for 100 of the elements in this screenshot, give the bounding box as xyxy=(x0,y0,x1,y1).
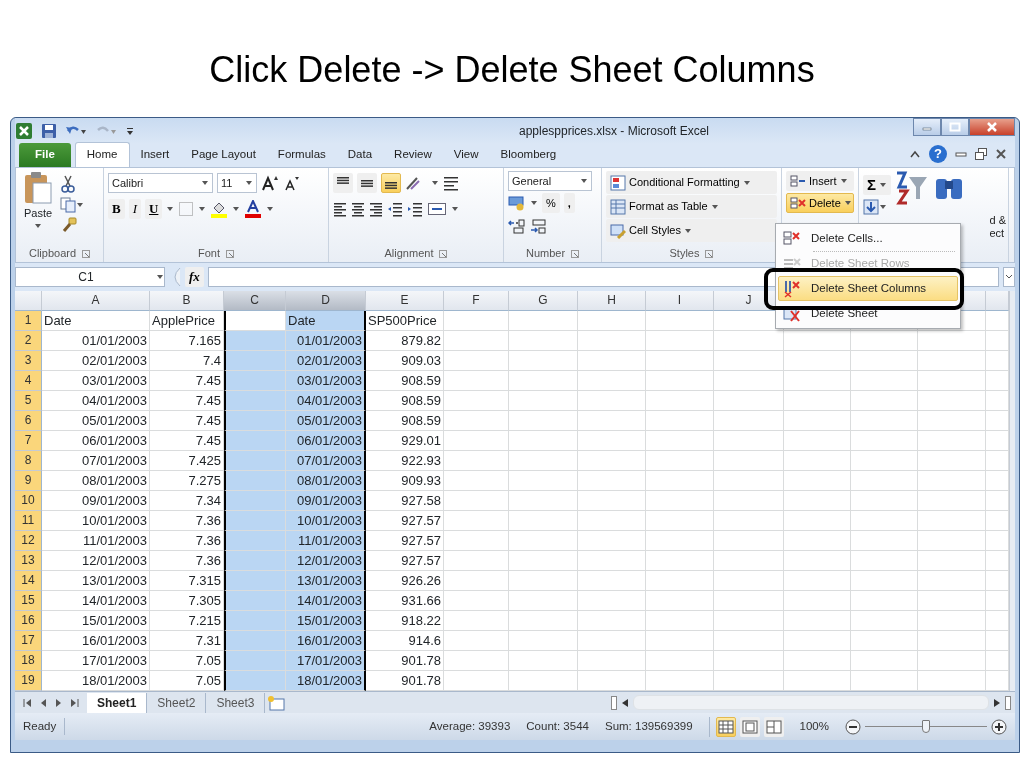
row-header[interactable]: 10 xyxy=(15,491,42,511)
currency-icon[interactable] xyxy=(508,195,526,211)
close-icon[interactable] xyxy=(995,148,1007,160)
row-header[interactable]: 5 xyxy=(15,391,42,411)
expand-formula-bar-icon[interactable] xyxy=(1003,267,1015,287)
align-center-icon[interactable] xyxy=(351,201,365,217)
sheet-tab[interactable]: Sheet1 xyxy=(87,692,148,713)
ribbon-tab[interactable]: View xyxy=(442,142,490,167)
row-header[interactable]: 12 xyxy=(15,531,42,551)
align-left-icon[interactable] xyxy=(333,201,347,217)
insert-function-button[interactable]: fx xyxy=(185,267,204,287)
number-format-field[interactable]: General xyxy=(508,171,592,191)
collapse-ribbon-icon[interactable] xyxy=(909,149,921,159)
font-size-field[interactable]: 11 xyxy=(217,173,257,193)
insert-button[interactable]: Insert xyxy=(786,171,854,191)
row-header[interactable]: 4 xyxy=(15,371,42,391)
caret-icon[interactable] xyxy=(266,205,275,213)
align-right-icon[interactable] xyxy=(369,201,383,217)
column-header[interactable]: E xyxy=(366,291,444,311)
file-tab[interactable]: File xyxy=(19,142,71,167)
format-painter-icon[interactable] xyxy=(60,217,78,233)
scroll-left-icon[interactable] xyxy=(621,697,629,708)
row-header[interactable]: 17 xyxy=(15,631,42,651)
zoom-out-icon[interactable] xyxy=(845,718,861,735)
name-box[interactable]: C1 xyxy=(15,267,165,287)
column-header[interactable]: C xyxy=(224,291,286,311)
paste-button[interactable]: Paste xyxy=(20,171,56,245)
row-header[interactable]: 14 xyxy=(15,571,42,591)
caret-icon[interactable] xyxy=(580,177,588,185)
row-header[interactable]: 7 xyxy=(15,431,42,451)
bottom-align-button[interactable] xyxy=(381,173,401,193)
last-sheet-icon[interactable] xyxy=(70,697,79,708)
previous-sheet-icon[interactable] xyxy=(40,697,47,708)
dialog-launcher-icon[interactable] xyxy=(226,249,234,258)
sort-filter-icon[interactable] xyxy=(895,171,929,205)
menu-item[interactable]: Delete Cells... xyxy=(778,226,958,251)
ribbon-tab[interactable]: Home xyxy=(74,141,130,167)
dialog-launcher-icon[interactable] xyxy=(705,249,714,258)
ribbon-tab[interactable]: Data xyxy=(336,142,384,167)
wrap-text-icon[interactable] xyxy=(443,175,461,191)
dialog-launcher-icon[interactable] xyxy=(439,249,448,258)
sheet-tab[interactable]: Sheet3 xyxy=(206,692,266,713)
sheet-tab[interactable]: Sheet2 xyxy=(147,692,207,713)
split-handle-icon[interactable] xyxy=(1005,695,1011,710)
caret-icon[interactable] xyxy=(431,179,439,187)
vertical-scrollbar[interactable] xyxy=(1009,291,1015,691)
conditional-formatting-button[interactable]: Conditional Formatting xyxy=(606,171,777,194)
row-header[interactable]: 2 xyxy=(15,331,42,351)
increase-indent-icon[interactable] xyxy=(407,201,423,217)
row-header[interactable]: 11 xyxy=(15,511,42,531)
caret-icon[interactable] xyxy=(76,201,84,209)
column-header[interactable]: G xyxy=(509,291,578,311)
top-align-button[interactable] xyxy=(333,173,353,193)
caret-icon[interactable] xyxy=(879,203,887,211)
caret-icon[interactable] xyxy=(232,205,241,213)
fill-down-icon[interactable] xyxy=(863,199,879,215)
row-header[interactable]: 15 xyxy=(15,591,42,611)
ribbon-tab[interactable]: Bloomberg xyxy=(489,142,568,167)
first-sheet-icon[interactable] xyxy=(23,697,32,708)
ribbon-tab[interactable]: Review xyxy=(383,142,443,167)
autosum-button[interactable]: Σ xyxy=(863,175,891,195)
page-layout-view-button[interactable] xyxy=(739,716,760,737)
normal-view-button[interactable] xyxy=(715,716,736,737)
middle-align-button[interactable] xyxy=(357,173,377,193)
column-header[interactable]: H xyxy=(578,291,646,311)
font-name-field[interactable]: Calibri xyxy=(108,173,213,193)
caret-icon[interactable] xyxy=(198,205,207,213)
column-header[interactable]: B xyxy=(150,291,224,311)
comma-button[interactable]: , xyxy=(563,193,575,213)
row-header[interactable]: 9 xyxy=(15,471,42,491)
decrease-indent-icon[interactable] xyxy=(387,201,403,217)
ribbon-tab[interactable]: Insert xyxy=(129,142,181,167)
dialog-launcher-icon[interactable] xyxy=(82,249,91,258)
delete-button[interactable]: Delete xyxy=(786,193,854,213)
row-header[interactable]: 18 xyxy=(15,651,42,671)
dialog-launcher-icon[interactable] xyxy=(571,249,580,258)
ribbon-tab[interactable]: Page Layout xyxy=(180,142,267,167)
minimize-button[interactable] xyxy=(913,118,941,136)
format-as-table-button[interactable]: Format as Table xyxy=(606,195,777,218)
row-header[interactable]: 8 xyxy=(15,451,42,471)
row-header[interactable]: 13 xyxy=(15,551,42,571)
cell-styles-button[interactable]: Cell Styles xyxy=(606,219,777,242)
underline-button[interactable]: U xyxy=(145,199,163,219)
column-header[interactable]: F xyxy=(444,291,509,311)
maximize-button[interactable] xyxy=(941,118,969,136)
caret-icon[interactable] xyxy=(156,273,164,281)
minimize-icon[interactable] xyxy=(955,149,967,159)
caret-icon[interactable] xyxy=(166,205,175,213)
column-header[interactable]: D xyxy=(286,291,366,311)
column-header[interactable]: A xyxy=(42,291,150,311)
row-header[interactable]: 19 xyxy=(15,671,42,691)
caret-icon[interactable] xyxy=(201,179,209,187)
zoom-slider[interactable] xyxy=(865,719,987,734)
row-header[interactable]: 16 xyxy=(15,611,42,631)
close-button[interactable] xyxy=(969,118,1015,136)
column-header[interactable]: I xyxy=(646,291,714,311)
percent-button[interactable]: % xyxy=(542,193,560,213)
menu-item[interactable]: Delete Sheet Columns xyxy=(778,276,958,301)
row-header[interactable]: 1 xyxy=(15,311,42,331)
caret-icon[interactable] xyxy=(451,205,459,213)
